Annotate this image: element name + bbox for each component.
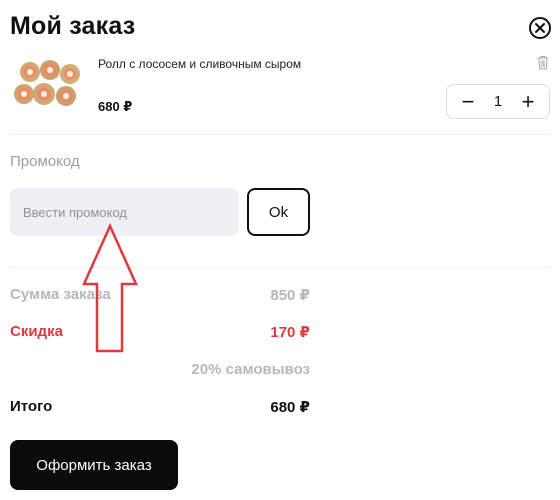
close-icon [535,23,545,33]
promo-label: Промокод [10,153,80,170]
increase-button[interactable]: + [517,90,539,113]
promo-ok-button[interactable]: Ok [247,188,310,236]
quantity-stepper: − 1 + [446,84,550,119]
total-label: Итого [10,398,53,415]
close-button[interactable] [529,17,551,39]
discount-label: Скидка [10,323,63,340]
page-title: Мой заказ [10,12,136,40]
divider [10,267,550,268]
discount-note: 20% самовывоз [191,361,310,378]
item-name: Ролл с лососем и сливочным сыром [98,57,302,71]
quantity-value: 1 [493,93,503,110]
subtotal-value: 850 ₽ [270,287,310,304]
divider [10,134,550,135]
decrease-button[interactable]: − [457,90,479,113]
checkout-button[interactable]: Оформить заказ [10,440,178,490]
sushi-rolls-image [14,60,80,106]
total-value: 680 ₽ [270,399,310,416]
subtotal-label: Сумма заказа [10,286,111,303]
trash-icon[interactable] [537,55,549,70]
item-price: 680 ₽ [98,99,133,114]
discount-value: 170 ₽ [270,324,310,341]
promo-input[interactable] [10,188,239,236]
